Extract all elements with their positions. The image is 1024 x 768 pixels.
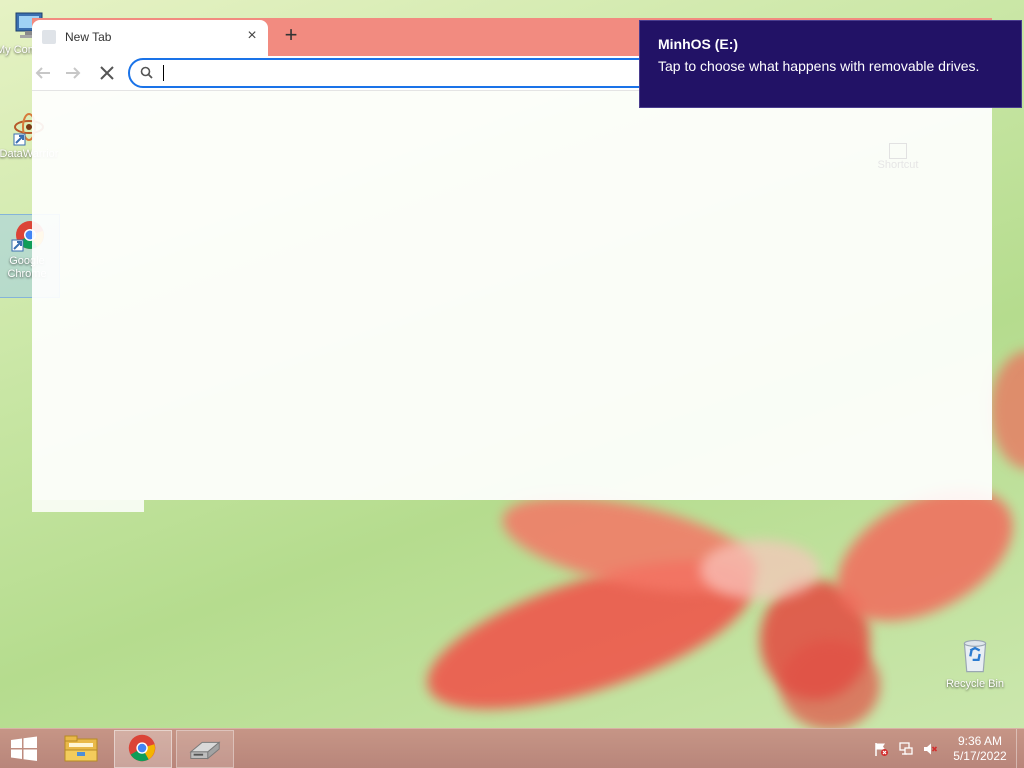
wallpaper-petal bbox=[990, 350, 1024, 470]
notification-body: Tap to choose what happens with removabl… bbox=[658, 58, 980, 74]
forward-arrow-icon[interactable] bbox=[60, 60, 86, 86]
faded-shortcut-icon: Shortcut bbox=[870, 143, 926, 171]
taskbar: 9:36 AM 5/17/2022 bbox=[0, 728, 1024, 768]
new-tab-button[interactable]: + bbox=[278, 22, 304, 48]
clock-time: 9:36 AM bbox=[957, 734, 1003, 748]
desktop-icon-label: Recycle Bin bbox=[945, 678, 1005, 690]
notification-title: MinhOS (E:) bbox=[658, 36, 739, 52]
action-center-flag-icon[interactable] bbox=[873, 741, 889, 757]
removable-drive-notification[interactable]: MinhOS (E:) Tap to choose what happens w… bbox=[639, 20, 1022, 108]
search-icon bbox=[140, 66, 153, 79]
address-bar[interactable] bbox=[128, 58, 692, 88]
folder-icon bbox=[64, 735, 98, 762]
network-icon[interactable] bbox=[898, 741, 914, 757]
taskbar-drive-app-button[interactable] bbox=[176, 730, 234, 768]
desktop-icon-recycle-bin[interactable]: Recycle Bin bbox=[940, 632, 1010, 691]
back-arrow-icon[interactable] bbox=[30, 60, 56, 86]
removable-drive-icon bbox=[189, 741, 221, 760]
tab-favicon-icon bbox=[42, 30, 56, 44]
tab-close-button[interactable]: × bbox=[242, 26, 262, 46]
clock-date: 5/17/2022 bbox=[953, 749, 1007, 763]
address-input[interactable] bbox=[162, 62, 662, 84]
recycle-bin-icon bbox=[963, 639, 987, 673]
tab-title: New Tab bbox=[65, 30, 112, 44]
windows-start-icon[interactable] bbox=[6, 733, 42, 765]
volume-muted-icon[interactable] bbox=[922, 741, 938, 757]
wallpaper-petal bbox=[700, 540, 820, 600]
browser-window-edge bbox=[32, 500, 144, 512]
text-caret bbox=[163, 65, 164, 81]
stop-loading-icon[interactable] bbox=[94, 60, 120, 86]
taskbar-chrome-button[interactable] bbox=[114, 730, 172, 768]
chrome-icon bbox=[128, 734, 156, 762]
tab-new-tab[interactable]: New Tab × bbox=[32, 20, 268, 56]
faded-shortcut-label: Shortcut bbox=[877, 159, 919, 171]
desktop: My Computer DataWarrior Google Chrome Re… bbox=[0, 0, 1024, 768]
taskbar-clock[interactable]: 9:36 AM 5/17/2022 bbox=[950, 734, 1010, 764]
show-desktop-button[interactable] bbox=[1016, 729, 1024, 768]
wallpaper-petal bbox=[780, 640, 880, 730]
taskbar-file-explorer-button[interactable] bbox=[52, 730, 110, 768]
